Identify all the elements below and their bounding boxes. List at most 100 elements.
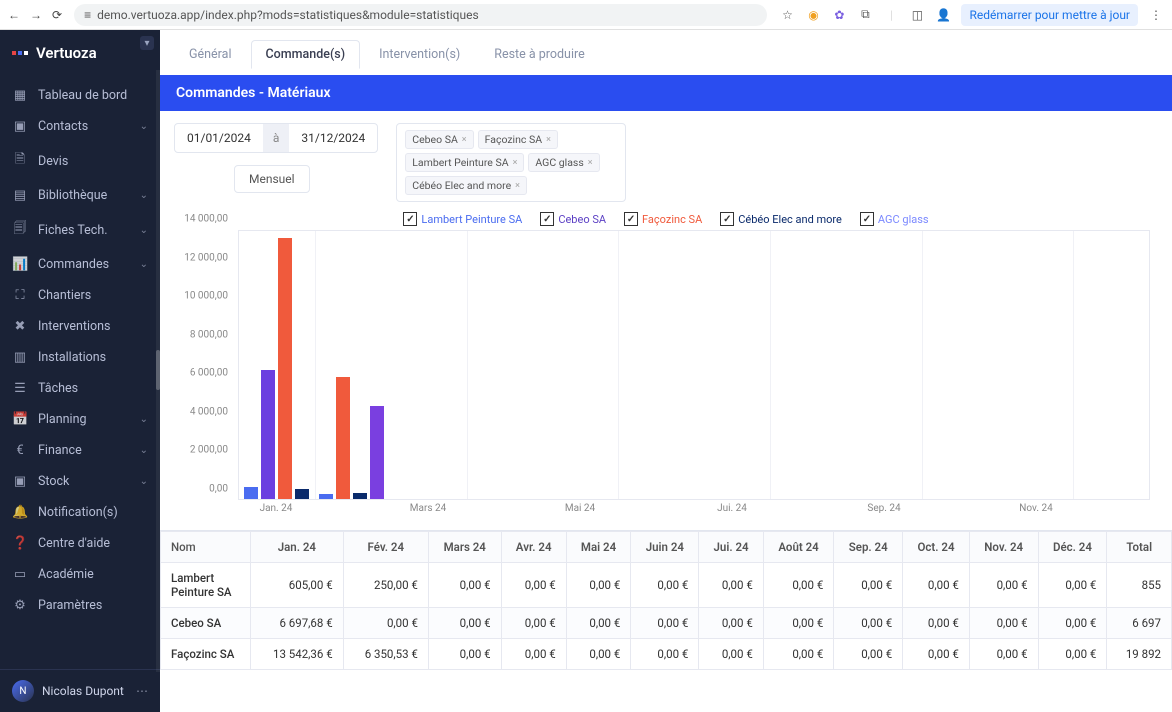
sidebar-item-fiches-tech-[interactable]: 🗐Fiches Tech.⌄ [0,211,160,249]
sidebar-item-label: Commandes [38,257,109,272]
table-header: Jan. 24 [251,532,344,563]
profile-icon[interactable]: 👤 [935,8,951,22]
table-cell: 0,00 € [969,639,1038,670]
sidebar-item-acad-mie[interactable]: ▭Académie [0,559,160,590]
star-icon[interactable]: ☆ [779,8,795,22]
ext-icon-1[interactable]: ◉ [805,8,821,22]
table-cell: 0,00 € [969,608,1038,639]
chart-bar[interactable] [261,370,275,499]
table-header: Fév. 24 [343,532,428,563]
legend-checkbox[interactable]: ✓ [540,212,554,226]
sidebar-item-centre-d-aide[interactable]: ❓Centre d'aide [0,528,160,559]
legend-checkbox[interactable]: ✓ [720,212,734,226]
table-header: Total [1107,532,1172,563]
legend-item[interactable]: ✓ Cebeo SA [540,212,606,226]
legend-checkbox[interactable]: ✓ [403,212,417,226]
sidebar-item-param-tres[interactable]: ⚙Paramètres [0,590,160,621]
chip-remove-icon[interactable]: × [462,135,467,145]
sidebar-item-installations[interactable]: ▥Installations [0,342,160,373]
restart-button[interactable]: Redémarrer pour mettre à jour [961,4,1138,26]
filter-chip[interactable]: Façozinc SA× [478,130,558,149]
period-select[interactable]: Mensuel [234,165,310,193]
table-cell: 0,00 € [763,608,834,639]
date-range[interactable]: 01/01/2024 à 31/12/2024 [174,123,378,153]
table-cell: 0,00 € [763,563,834,608]
table-cell: 0,00 € [699,608,763,639]
sidebar-item-chantiers[interactable]: ⛶Chantiers [0,280,160,311]
user-menu-icon[interactable]: ⋯ [136,684,148,698]
sidebar-item-contacts[interactable]: ▣Contacts⌄ [0,111,160,142]
date-to[interactable]: 31/12/2024 [289,124,377,152]
table-header: Jui. 24 [699,532,763,563]
tab-reste-produire[interactable]: Reste à produire [479,40,600,69]
sidebar-item-devis[interactable]: 🗎Devis [0,142,160,180]
sidebar-item-commandes[interactable]: 📊Commandes⌄ [0,249,160,280]
chip-remove-icon[interactable]: × [588,158,593,168]
tab-commande-s-[interactable]: Commande(s) [251,40,361,69]
sidebar-item-interventions[interactable]: ✖Interventions [0,311,160,342]
sidebar-item-label: Planning [38,412,87,427]
chip-remove-icon[interactable]: × [515,181,520,191]
url-bar[interactable]: ≡ demo.vertuoza.app/index.php?mods=stati… [74,4,767,26]
nav-back-icon[interactable]: ← [8,8,20,22]
y-axis-tick: 6 000,00 [174,368,228,379]
sidebar-collapse-button[interactable]: ▾ [140,36,154,50]
legend-label: Cebeo SA [558,213,606,226]
filter-chip[interactable]: Cebeo SA× [405,130,473,149]
y-axis-tick: 4 000,00 [174,406,228,417]
tab-g-n-ral[interactable]: Général [174,40,247,69]
chart-bar[interactable] [278,238,292,499]
filter-chip[interactable]: Cébéo Elec and more× [405,176,527,195]
sidebar-item-finance[interactable]: €Finance⌄ [0,435,160,466]
avatar-icon: N [12,680,34,702]
chart-bar[interactable] [370,406,384,499]
date-from[interactable]: 01/01/2024 [175,124,263,152]
chip-remove-icon[interactable]: × [513,158,518,168]
brand-name: Vertuoza [36,44,97,62]
filter-chip[interactable]: AGC glass× [528,153,599,172]
tab-intervention-s-[interactable]: Intervention(s) [364,40,475,69]
sidebar-scrollbar[interactable] [156,70,160,672]
legend-item[interactable]: ✓Lambert Peinture SA [403,212,522,226]
sidebar-item-planning[interactable]: 📅Planning⌄ [0,404,160,435]
chart-bar[interactable] [353,493,367,499]
sidebar-item-t-ches[interactable]: ☰Tâches [0,373,160,404]
sidebar-icon: ☰ [12,381,28,396]
chart-bar[interactable] [295,489,309,499]
supplier-filter[interactable]: Cebeo SA× Façozinc SA× Lambert Peinture SA… [396,123,626,202]
kebab-icon[interactable]: ⋮ [1148,8,1164,22]
nav-reload-icon[interactable]: ⟳ [52,8,62,22]
legend-item[interactable]: ✓AGC glass [860,212,929,226]
sidebar-item-label: Paramètres [38,598,102,613]
chip-remove-icon[interactable]: × [546,135,551,145]
table-cell-name: Lambert Peinture SA [161,563,251,608]
table-cell: 0,00 € [428,563,501,608]
chart-bar[interactable] [244,487,258,499]
chart: 0,002 000,004 000,006 000,008 000,0010 0… [174,230,1158,520]
table-header: Nov. 24 [969,532,1038,563]
legend-checkbox[interactable]: ✓ [860,212,874,226]
legend-item[interactable]: ✓Cébéo Elec and more [720,212,842,226]
table-cell: 0,00 € [763,639,834,670]
table-header: Sep. 24 [834,532,903,563]
sidebar-icon: ❓ [12,536,28,551]
chart-bar[interactable] [336,377,350,499]
sidebar-item-stock[interactable]: ▣Stock⌄ [0,466,160,497]
legend-checkbox[interactable]: ✓ [624,212,638,226]
sidebar: ▾ Vertuoza ▦Tableau de bord▣Contacts⌄🗎De… [0,30,160,712]
sidebar-item-label: Chantiers [38,288,91,303]
legend-item[interactable]: ✓Façozinc SA [624,212,702,226]
sidebar-item-notification-s-[interactable]: 🔔Notification(s) [0,497,160,528]
sidebar-user[interactable]: N Nicolas Dupont ⋯ [0,669,160,712]
ext-icon-2[interactable]: ✿ [831,8,847,22]
puzzle-icon[interactable]: ⧉ [857,7,873,22]
nav-forward-icon[interactable]: → [30,8,42,22]
panel-icon[interactable]: ◫ [909,8,925,22]
sidebar-item-tableau-de-bord[interactable]: ▦Tableau de bord [0,80,160,111]
brand: Vertuoza [0,30,160,80]
sidebar-icon: ▭ [12,567,28,582]
sidebar-item-biblioth-que[interactable]: ▤Bibliothèque⌄ [0,180,160,211]
chart-bar[interactable] [319,494,333,499]
url-text: demo.vertuoza.app/index.php?mods=statist… [97,8,479,22]
filter-chip[interactable]: Lambert Peinture SA× [405,153,524,172]
